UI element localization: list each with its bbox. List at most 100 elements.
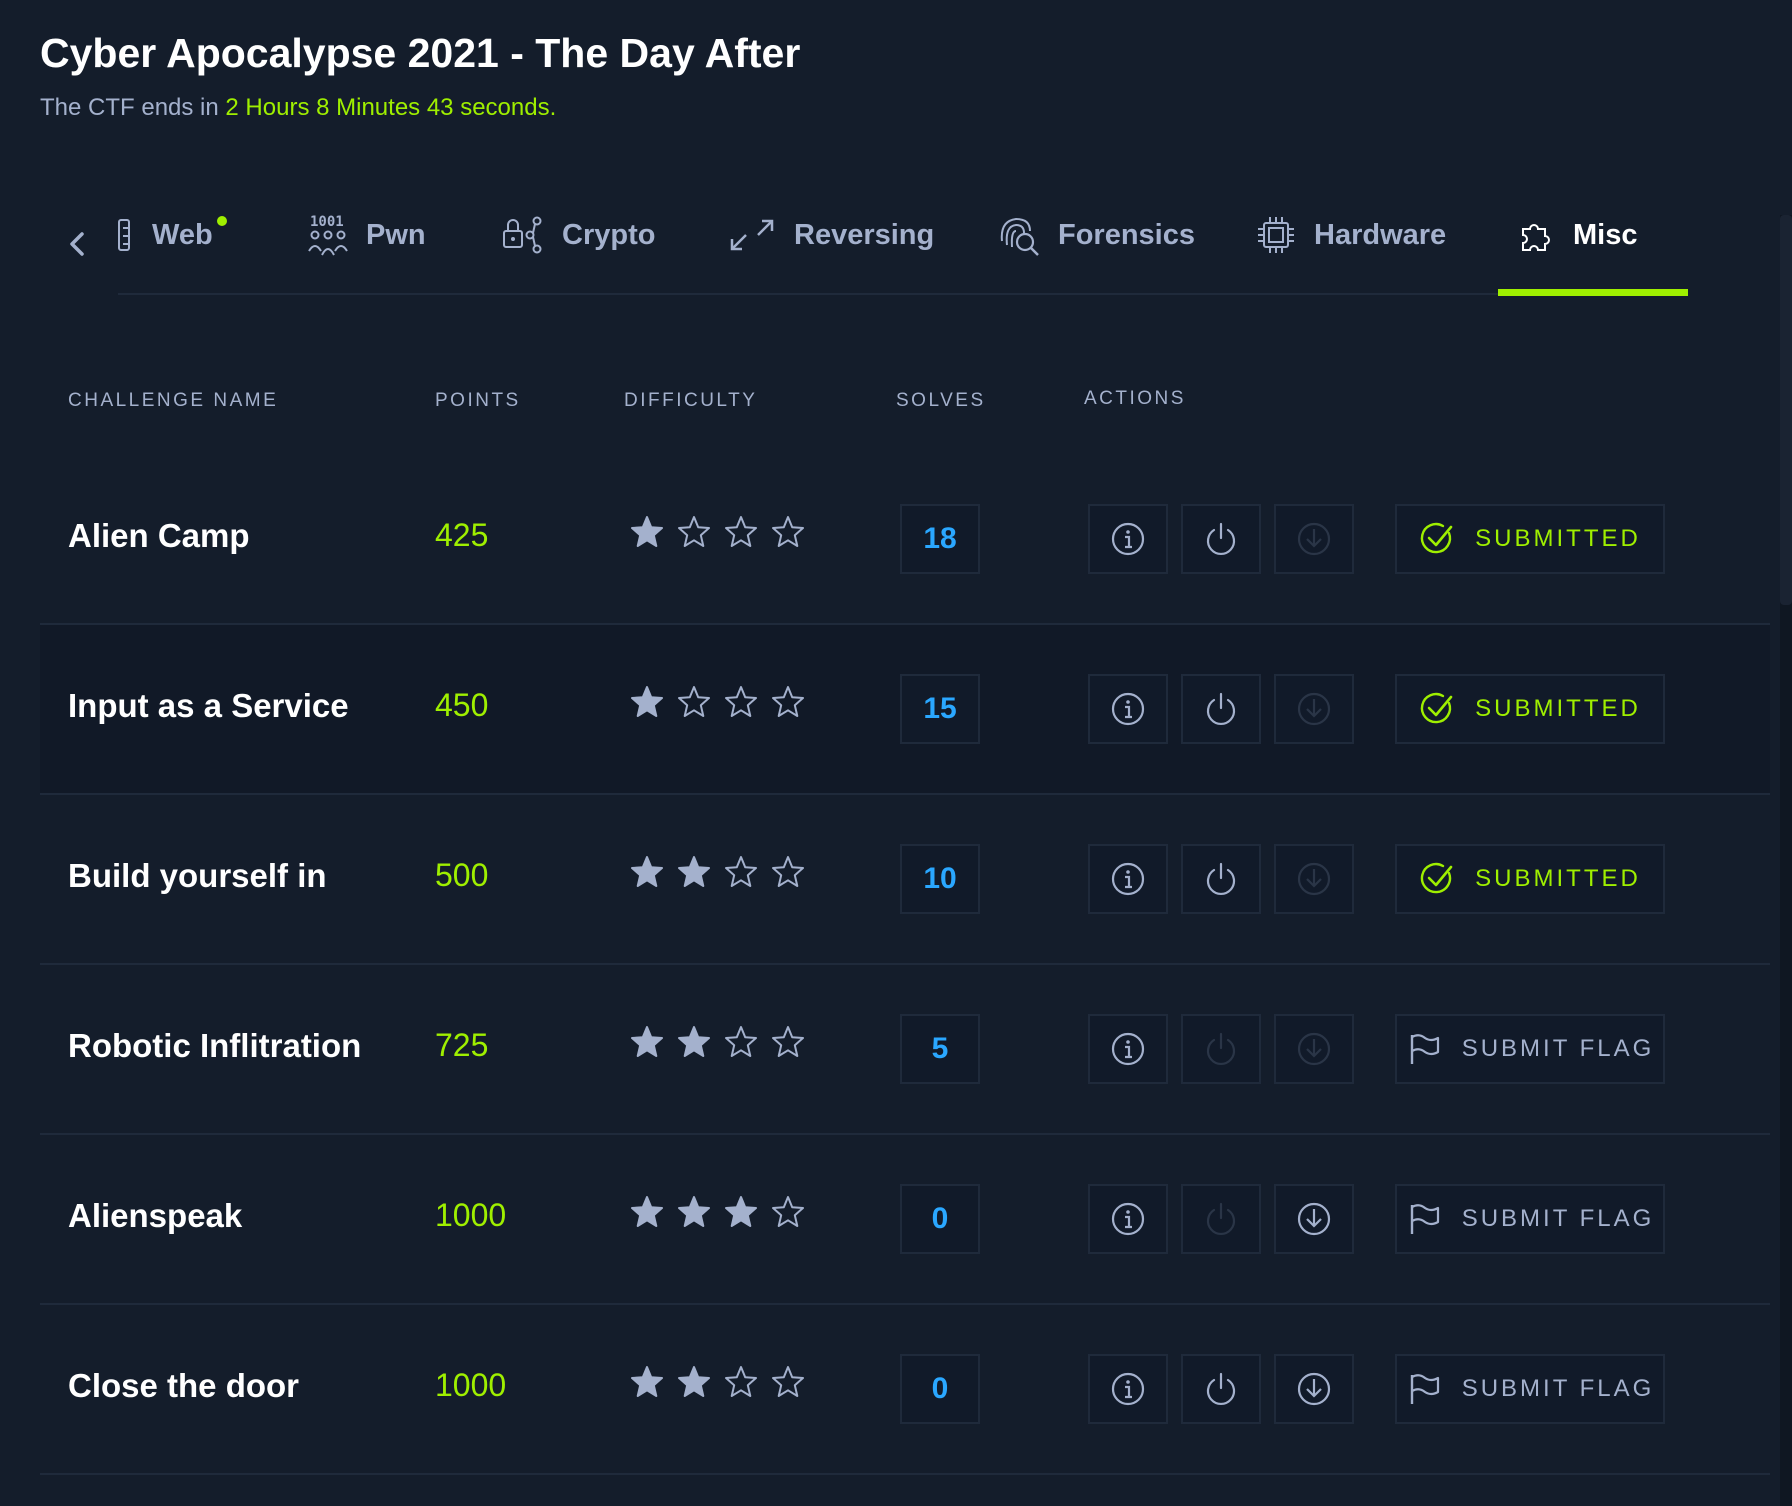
challenge-points: 1000 [435, 1367, 507, 1403]
new-challenge-dot [217, 216, 227, 226]
table-row: Build yourself in 500 10 SUBMITTED [40, 795, 1770, 965]
submitted-button[interactable]: SUBMITTED [1395, 504, 1665, 574]
tab-reversing[interactable]: Reversing [728, 208, 934, 262]
info-button[interactable] [1088, 1014, 1168, 1084]
download-button[interactable] [1274, 674, 1354, 744]
submitted-button[interactable]: SUBMITTED [1395, 674, 1665, 744]
difficulty-rating [630, 855, 805, 889]
difficulty-rating [630, 1195, 805, 1229]
column-header-name: CHALLENGE NAME [68, 390, 279, 411]
info-button[interactable] [1088, 1354, 1168, 1424]
table-header: CHALLENGE NAME POINTS DIFFICULTY SOLVES … [0, 388, 1780, 420]
challenge-name[interactable]: Alienspeak [68, 1197, 242, 1235]
active-tab-indicator [1498, 289, 1688, 296]
challenge-points: 1000 [435, 1197, 507, 1233]
solves-count[interactable]: 15 [900, 674, 980, 744]
star-filled-icon [631, 856, 663, 887]
challenge-name[interactable]: Robotic Inflitration [68, 1027, 361, 1065]
submit-label: SUBMITTED [1475, 865, 1641, 892]
spawn-instance-button[interactable] [1181, 674, 1261, 744]
submit-flag-button[interactable]: SUBMIT FLAG [1395, 1184, 1665, 1254]
download-button[interactable] [1274, 504, 1354, 574]
check-circle-icon [1419, 521, 1475, 557]
solves-count[interactable]: 10 [900, 844, 980, 914]
difficulty-rating [630, 685, 805, 719]
download-button[interactable] [1274, 1014, 1354, 1084]
tab-misc[interactable]: Misc [1519, 208, 1637, 262]
solves-count[interactable]: 5 [900, 1014, 980, 1084]
ctf-countdown: The CTF ends in 2 Hours 8 Minutes 43 sec… [40, 94, 556, 122]
puzzle-icon [1522, 224, 1550, 251]
download-icon [1296, 691, 1332, 727]
star-filled-icon [725, 1196, 757, 1227]
tabs-divider [118, 293, 1688, 295]
info-icon [1110, 521, 1146, 557]
tab-label: Reversing [794, 218, 935, 251]
scrollbar-thumb[interactable] [1780, 215, 1792, 605]
lock-share-icon [503, 216, 542, 254]
chip-icon [1258, 217, 1294, 253]
star-filled-icon [631, 1196, 663, 1227]
challenge-points: 725 [435, 1027, 489, 1063]
star-filled-icon [678, 1026, 710, 1057]
submit-flag-button[interactable]: SUBMIT FLAG [1395, 1014, 1665, 1084]
challenge-points: 450 [435, 687, 489, 723]
star-filled-icon [631, 1366, 663, 1397]
info-button[interactable] [1088, 674, 1168, 744]
tab-forensics[interactable]: Forensics [996, 208, 1195, 262]
flag-icon [1406, 1371, 1462, 1407]
tab-hardware[interactable]: Hardware [1256, 208, 1446, 262]
power-icon [1203, 1201, 1239, 1237]
star-outline-icon [772, 686, 804, 717]
column-header-solves: SOLVES [896, 390, 986, 411]
submitted-button[interactable]: SUBMITTED [1395, 844, 1665, 914]
challenge-name[interactable]: Build yourself in [68, 857, 327, 895]
download-button[interactable] [1274, 844, 1354, 914]
table-row: Alien Camp 425 18 SUBMITTED [40, 455, 1770, 625]
star-outline-icon [772, 1026, 804, 1057]
download-button[interactable] [1274, 1354, 1354, 1424]
power-icon [1203, 861, 1239, 897]
info-button[interactable] [1088, 504, 1168, 574]
spawn-instance-button[interactable] [1181, 1354, 1261, 1424]
challenge-name[interactable]: Close the door [68, 1367, 299, 1405]
download-button[interactable] [1274, 1184, 1354, 1254]
table-row: Close the door 1000 0 SUBMIT FLAG [40, 1305, 1770, 1475]
tab-label: Pwn [366, 218, 426, 251]
spawn-instance-button[interactable] [1181, 1014, 1261, 1084]
submit-label: SUBMIT FLAG [1461, 1205, 1655, 1232]
challenge-points: 500 [435, 857, 489, 893]
submit-label: SUBMITTED [1475, 525, 1641, 552]
tab-label: Web [152, 218, 213, 251]
spawn-instance-button[interactable] [1181, 1184, 1261, 1254]
check-circle-icon [1419, 861, 1475, 897]
spawn-instance-button[interactable] [1181, 844, 1261, 914]
solves-count[interactable]: 18 [900, 504, 980, 574]
star-outline-icon [772, 1366, 804, 1397]
download-icon [1296, 1371, 1332, 1407]
challenge-name[interactable]: Alien Camp [68, 517, 250, 555]
table-row: Input as a Service 450 15 SUBMITTED [40, 625, 1770, 795]
tab-web[interactable]: Web [118, 208, 213, 262]
solves-count[interactable]: 0 [900, 1354, 980, 1424]
difficulty-rating [630, 1025, 805, 1059]
submit-label: SUBMIT FLAG [1461, 1375, 1655, 1402]
info-icon [1110, 861, 1146, 897]
chevron-left-icon[interactable] [62, 228, 94, 260]
submit-flag-button[interactable]: SUBMIT FLAG [1395, 1354, 1665, 1424]
challenge-name[interactable]: Input as a Service [68, 687, 349, 725]
tab-crypto[interactable]: Crypto [502, 208, 655, 262]
star-outline-icon [725, 686, 757, 717]
star-outline-icon [678, 686, 710, 717]
tab-label: Hardware [1314, 218, 1447, 251]
info-button[interactable] [1088, 844, 1168, 914]
info-button[interactable] [1088, 1184, 1168, 1254]
column-header-difficulty: DIFFICULTY [624, 390, 758, 411]
page-title: Cyber Apocalypse 2021 - The Day After [40, 30, 801, 76]
spawn-instance-button[interactable] [1181, 504, 1261, 574]
submit-label: SUBMIT FLAG [1461, 1035, 1655, 1062]
solves-count[interactable]: 0 [900, 1184, 980, 1254]
star-outline-icon [725, 516, 757, 547]
star-outline-icon [678, 516, 710, 547]
tab-pwn[interactable]: 1001 Pwn [308, 208, 426, 262]
